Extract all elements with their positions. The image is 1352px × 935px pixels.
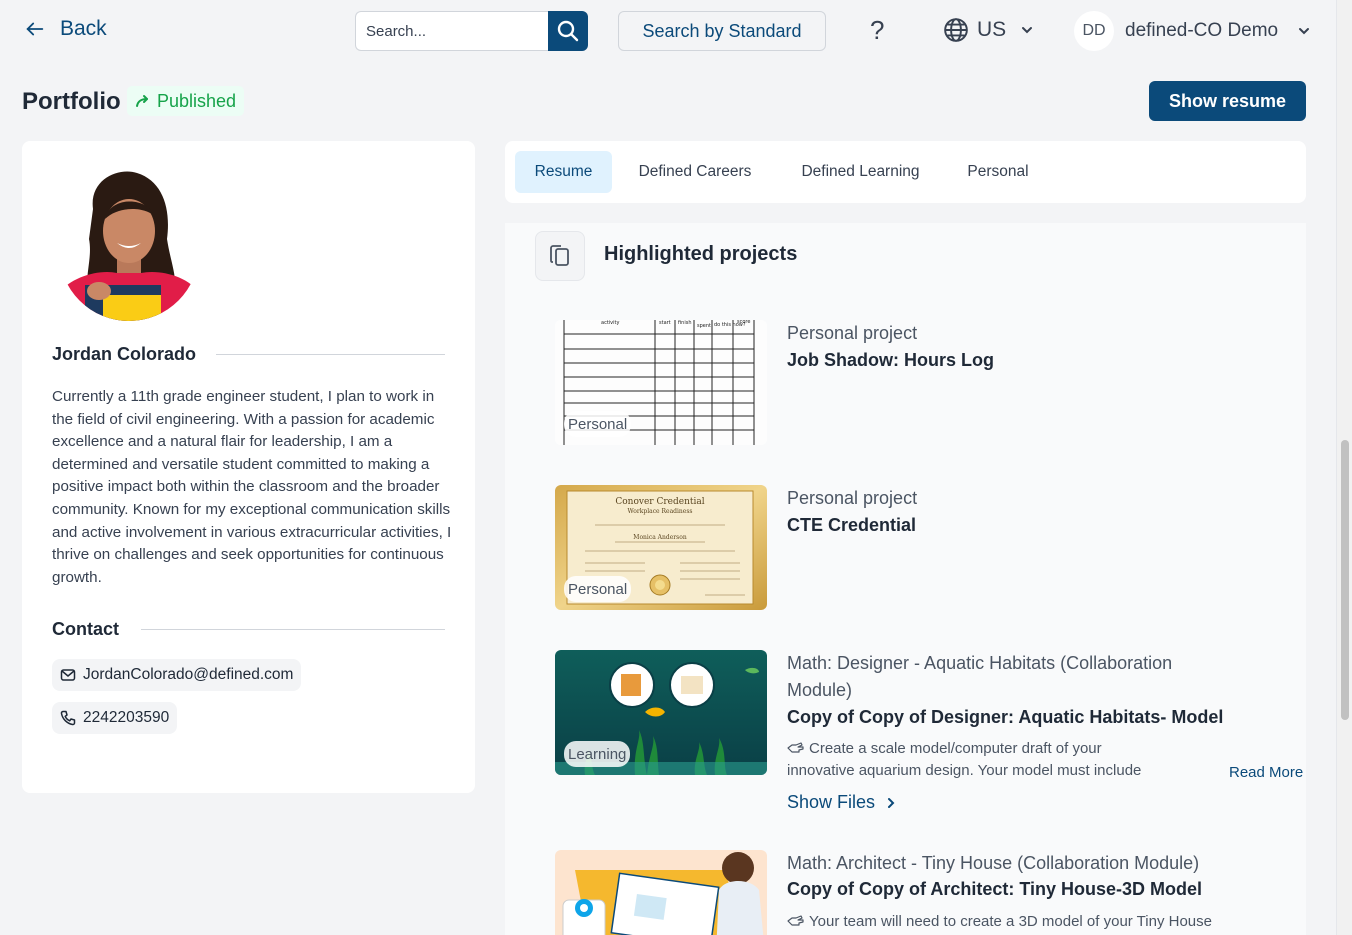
email-value: JordanColorado@defined.com — [83, 666, 294, 683]
project-description-text: Your team will need to create a 3D model… — [809, 913, 1212, 930]
log-header: finish — [678, 320, 691, 326]
locale-selector[interactable]: US — [943, 17, 1034, 43]
email-chip[interactable]: JordanColorado@defined.com — [52, 659, 302, 691]
project-card[interactable]: Conover Credential Workplace Readiness M… — [555, 485, 1275, 615]
show-resume-button[interactable]: Show resume — [1149, 81, 1306, 121]
project-title[interactable]: CTE Credential — [787, 515, 916, 536]
project-description: Create a scale model/computer draft of y… — [787, 738, 1167, 782]
project-description-text: Create a scale model/computer draft of y… — [787, 740, 1142, 779]
project-thumbnail: activity start finish spent do this now?… — [555, 320, 767, 445]
portfolio-tabs: Resume Defined Careers Defined Learning … — [505, 141, 1306, 203]
chevron-right-icon — [888, 797, 895, 808]
page-title: Portfolio — [22, 88, 121, 115]
contact-heading: Contact — [52, 619, 119, 639]
project-card[interactable]: Learning Math: Designer - Aquatic Habita… — [555, 650, 1303, 820]
contact-row: Contact — [52, 619, 445, 640]
search-input[interactable] — [355, 11, 548, 51]
phone-chip[interactable]: 2242203590 — [52, 702, 178, 734]
globe-icon — [944, 18, 968, 42]
back-label: Back — [60, 17, 107, 40]
arrow-left-icon — [26, 22, 44, 36]
cert-subheading: Workplace Readiness — [627, 508, 692, 515]
profile-name: Jordan Colorado — [52, 344, 197, 364]
mail-icon — [60, 669, 76, 681]
avatar: DD — [1074, 11, 1114, 51]
chevron-down-icon — [1299, 28, 1310, 35]
search-icon — [557, 20, 579, 42]
page-scrollbar[interactable] — [1336, 0, 1352, 935]
tab-resume[interactable]: Resume — [515, 151, 612, 193]
phone-value: 2242203590 — [83, 709, 170, 726]
help-button[interactable]: ? — [870, 15, 884, 46]
project-thumbnail: Learning — [555, 650, 767, 775]
tab-defined-learning[interactable]: Defined Learning — [783, 151, 938, 193]
tab-defined-careers[interactable]: Defined Careers — [622, 151, 768, 193]
project-card[interactable]: Math: Architect - Tiny House (Collaborat… — [555, 850, 1275, 935]
show-files-label: Show Files — [787, 792, 876, 812]
tiny-house-illustration — [555, 850, 767, 935]
phone-icon — [60, 710, 76, 726]
copy-icon — [535, 231, 585, 281]
scrollbar-thumb[interactable] — [1341, 440, 1349, 720]
hand-icon — [787, 915, 804, 926]
log-header: spent — [697, 323, 711, 329]
tab-personal[interactable]: Personal — [953, 151, 1043, 193]
project-type-badge: Personal — [564, 411, 632, 437]
user-name: defined-CO Demo — [1125, 20, 1279, 41]
section-title: Highlighted projects — [604, 243, 798, 265]
search-button[interactable] — [548, 11, 588, 51]
chevron-down-icon — [1022, 27, 1033, 34]
project-category: Math: Architect - Tiny House (Collaborat… — [787, 853, 1200, 873]
project-title[interactable]: Job Shadow: Hours Log — [787, 350, 994, 371]
search-bar — [355, 11, 588, 51]
user-menu[interactable]: DD defined-CO Demo — [1074, 11, 1311, 51]
project-card[interactable]: activity start finish spent do this now?… — [555, 320, 1275, 450]
share-arrow-icon — [136, 95, 148, 107]
project-title[interactable]: Copy of Copy of Architect: Tiny House-3D… — [787, 879, 1202, 900]
profile-card: Jordan Colorado Currently a 11th grade e… — [22, 141, 475, 793]
status-badge: Published — [127, 86, 245, 116]
back-button[interactable]: Back — [24, 17, 107, 41]
project-thumbnail: Conover Credential Workplace Readiness M… — [555, 485, 767, 610]
locale-label: US — [977, 18, 1007, 41]
show-files-button[interactable]: Show Files — [787, 792, 897, 813]
project-thumbnail — [555, 850, 767, 935]
log-header: score — [737, 320, 750, 325]
log-header: start — [659, 320, 671, 326]
cert-name: Monica Anderson — [633, 534, 687, 541]
project-title[interactable]: Copy of Copy of Designer: Aquatic Habita… — [787, 707, 1223, 728]
name-row: Jordan Colorado — [52, 344, 445, 365]
project-category: Personal project — [787, 488, 918, 508]
project-type-badge: Learning — [564, 741, 631, 767]
log-header: activity — [601, 320, 619, 326]
project-type-badge: Personal — [564, 576, 632, 602]
project-description: Your team will need to create a 3D model… — [787, 911, 1247, 933]
profile-photo — [59, 169, 199, 321]
search-by-standard-button[interactable]: Search by Standard — [618, 11, 826, 51]
read-more-link[interactable]: Read More — [1229, 764, 1303, 781]
project-category: Personal project — [787, 323, 918, 343]
hand-icon — [787, 742, 804, 753]
highlighted-projects-panel: Highlighted projects activity start fini… — [505, 223, 1306, 935]
top-bar: Back Search by Standard ? US DD defined-… — [0, 0, 1336, 62]
status-label: Published — [157, 90, 237, 111]
divider — [141, 629, 445, 630]
project-category: Math: Designer - Aquatic Habitats (Colla… — [787, 653, 1173, 700]
cert-heading: Conover Credential — [615, 497, 704, 507]
profile-bio: Currently a 11th grade engineer student,… — [52, 388, 452, 586]
divider — [216, 354, 445, 355]
